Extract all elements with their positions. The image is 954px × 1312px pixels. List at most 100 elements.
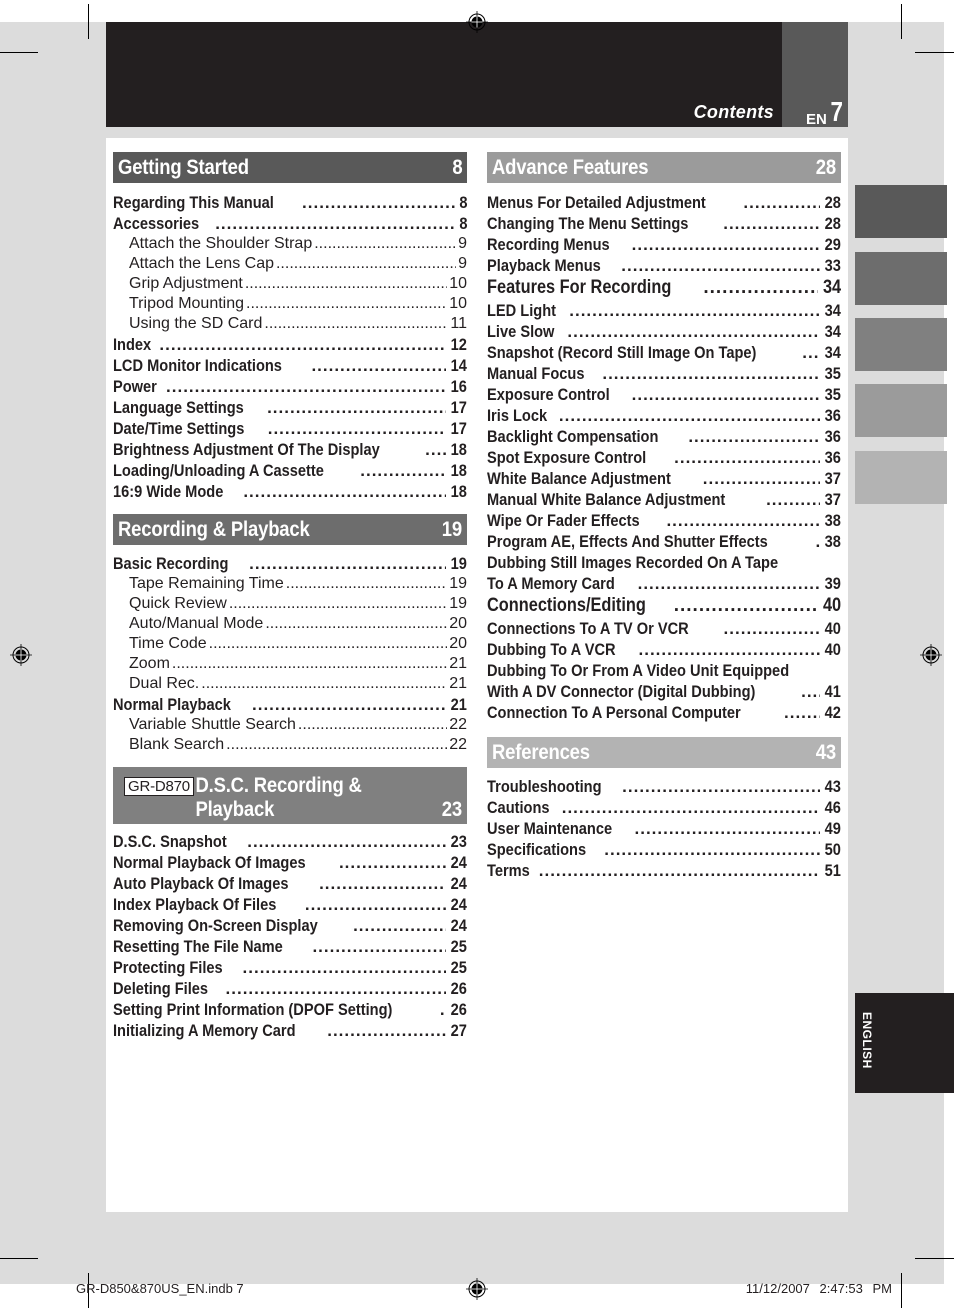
- dot-leader: [319, 873, 446, 894]
- toc-entry[interactable]: Live Slow 34: [487, 321, 841, 342]
- toc-entry[interactable]: Connections/Editing 40: [487, 594, 841, 618]
- toc-entry[interactable]: Initializing A Memory Card 27: [113, 1020, 467, 1041]
- toc-entry[interactable]: Connections To A TV Or VCR 40: [487, 618, 841, 639]
- toc-entry[interactable]: Wipe Or Fader Effects 38: [487, 510, 841, 531]
- toc-entry[interactable]: Resetting The File Name 25: [113, 936, 467, 957]
- toc-entry[interactable]: With A DV Connector (Digital Dubbing) 41: [487, 681, 841, 702]
- toc-entry-page: 39: [824, 574, 841, 593]
- toc-entry[interactable]: LED Light 34: [487, 300, 841, 321]
- toc-entry[interactable]: Playback Menus 33: [487, 255, 841, 276]
- toc-entry[interactable]: Manual Focus 35: [487, 363, 841, 384]
- dot-leader: [353, 915, 446, 936]
- chapter-tab[interactable]: [855, 451, 947, 504]
- chapter-tab[interactable]: [855, 384, 947, 437]
- toc-entry[interactable]: Tripod Mounting 10: [113, 294, 467, 314]
- toc-entry[interactable]: Attach the Shoulder Strap 9: [113, 234, 467, 254]
- toc-entry-page: 29: [824, 235, 841, 254]
- toc-entry[interactable]: Index Playback Of Files 24: [113, 894, 467, 915]
- toc-entry-page: 24: [450, 853, 467, 872]
- toc-entry-label: Grip Adjustment: [129, 275, 243, 292]
- toc-entry[interactable]: Changing The Menu Settings 28: [487, 213, 841, 234]
- toc-entry[interactable]: Blank Search 22: [113, 735, 467, 755]
- toc-entry[interactable]: Dual Rec. 21: [113, 674, 467, 694]
- toc-entry[interactable]: Dubbing To Or From A Video Unit Equipped: [487, 660, 841, 681]
- toc-entry-label: Dual Rec.: [129, 675, 200, 692]
- toc-entry[interactable]: User Maintenance 49: [487, 818, 841, 839]
- toc-entry[interactable]: Language Settings 17: [113, 397, 467, 418]
- chapter-tab[interactable]: [855, 252, 947, 305]
- toc-entry-label: Playback Menus: [487, 256, 601, 275]
- toc-entry[interactable]: Accessories 8: [113, 213, 467, 234]
- toc-entry-label: Time Code: [129, 635, 207, 652]
- toc-entry[interactable]: Date/Time Settings 17: [113, 418, 467, 439]
- dot-leader: [243, 481, 446, 502]
- toc-entry[interactable]: Auto/Manual Mode 20: [113, 614, 467, 634]
- toc-entry[interactable]: 16:9 Wide Mode 18: [113, 481, 467, 502]
- toc-entry[interactable]: Manual White Balance Adjustment 37: [487, 489, 841, 510]
- section-header[interactable]: References 43: [487, 737, 841, 768]
- toc-entry[interactable]: Spot Exposure Control 36: [487, 447, 841, 468]
- section-header[interactable]: Recording & Playback 19: [113, 514, 467, 545]
- toc-entry[interactable]: Exposure Control 35: [487, 384, 841, 405]
- toc-entry[interactable]: Time Code 20: [113, 634, 467, 654]
- toc-entry[interactable]: Normal Playback 21: [113, 694, 467, 715]
- section-header[interactable]: GR-D870 D.S.C. Recording & Playback 23: [113, 767, 467, 824]
- section-header[interactable]: Getting Started 8: [113, 152, 467, 183]
- toc-entry[interactable]: Iris Lock 36: [487, 405, 841, 426]
- toc-entry[interactable]: Attach the Lens Cap 9: [113, 254, 467, 274]
- toc-entry[interactable]: Power 16: [113, 376, 467, 397]
- toc-entry[interactable]: Basic Recording 19: [113, 553, 467, 574]
- toc-entry[interactable]: Setting Print Information (DPOF Setting)…: [113, 999, 467, 1020]
- toc-entry[interactable]: Using the SD Card 11: [113, 314, 467, 334]
- toc-entry[interactable]: Program AE, Effects And Shutter Effects 3…: [487, 531, 841, 552]
- toc-entry-label: Features For Recording: [487, 277, 672, 298]
- toc-entry[interactable]: Zoom 21: [113, 654, 467, 674]
- dot-leader: [226, 735, 447, 755]
- toc-entry[interactable]: Dubbing Still Images Recorded On A Tape: [487, 552, 841, 573]
- toc-entry[interactable]: Protecting Files 25: [113, 957, 467, 978]
- dot-leader: [723, 213, 820, 234]
- toc-entry[interactable]: LCD Monitor Indications 14: [113, 355, 467, 376]
- toc-entry-page: 9: [458, 255, 467, 272]
- toc-entry[interactable]: Loading/Unloading A Cassette 18: [113, 460, 467, 481]
- dot-leader: [688, 426, 820, 447]
- chapter-tab[interactable]: [855, 185, 947, 238]
- dot-leader: [703, 276, 818, 300]
- toc-entry[interactable]: Index 12: [113, 334, 467, 355]
- toc-entry[interactable]: Grip Adjustment 10: [113, 274, 467, 294]
- toc-entry[interactable]: Specifications 50: [487, 839, 841, 860]
- toc-entry[interactable]: Auto Playback Of Images 24: [113, 873, 467, 894]
- toc-entry-page: 20: [449, 615, 467, 632]
- toc-entry[interactable]: Dubbing To A VCR 40: [487, 639, 841, 660]
- toc-entry-page: 36: [824, 448, 841, 467]
- toc-entry[interactable]: Connection To A Personal Computer 42: [487, 702, 841, 723]
- toc-entry[interactable]: Brightness Adjustment Of The Display 18: [113, 439, 467, 460]
- toc-entry[interactable]: Normal Playback Of Images 24: [113, 852, 467, 873]
- dot-leader: [724, 618, 821, 639]
- toc-entry[interactable]: To A Memory Card 39: [487, 573, 841, 594]
- section-title: Advance Features: [492, 156, 649, 179]
- toc-entry[interactable]: Variable Shuttle Search 22: [113, 715, 467, 735]
- toc-entry[interactable]: Features For Recording 34: [487, 276, 841, 300]
- dot-leader: [286, 574, 447, 594]
- toc-entry[interactable]: Snapshot (Record Still Image On Tape) 34: [487, 342, 841, 363]
- toc-entry[interactable]: Backlight Compensation 36: [487, 426, 841, 447]
- toc-entry-label: LCD Monitor Indications: [113, 356, 282, 375]
- toc-entry[interactable]: Troubleshooting 43: [487, 776, 841, 797]
- toc-entry[interactable]: Quick Review 19: [113, 594, 467, 614]
- toc-entry[interactable]: White Balance Adjustment 37: [487, 468, 841, 489]
- toc-entry[interactable]: Regarding This Manual 8: [113, 192, 467, 213]
- toc-entry[interactable]: D.S.C. Snapshot 23: [113, 831, 467, 852]
- section-header[interactable]: Advance Features 28: [487, 152, 841, 183]
- toc-entry[interactable]: Tape Remaining Time 19: [113, 574, 467, 594]
- chapter-tab[interactable]: [855, 318, 947, 371]
- toc-entry-page: 43: [824, 777, 841, 796]
- toc-entry[interactable]: Recording Menus 29: [487, 234, 841, 255]
- toc-entry[interactable]: Deleting Files 26: [113, 978, 467, 999]
- toc-entry[interactable]: Terms 51: [487, 860, 841, 881]
- toc-entry[interactable]: Menus For Detailed Adjustment 28: [487, 192, 841, 213]
- toc-entry-page: 34: [824, 322, 841, 341]
- dot-leader: [639, 639, 821, 660]
- toc-entry[interactable]: Removing On-Screen Display 24: [113, 915, 467, 936]
- toc-entry[interactable]: Cautions 46: [487, 797, 841, 818]
